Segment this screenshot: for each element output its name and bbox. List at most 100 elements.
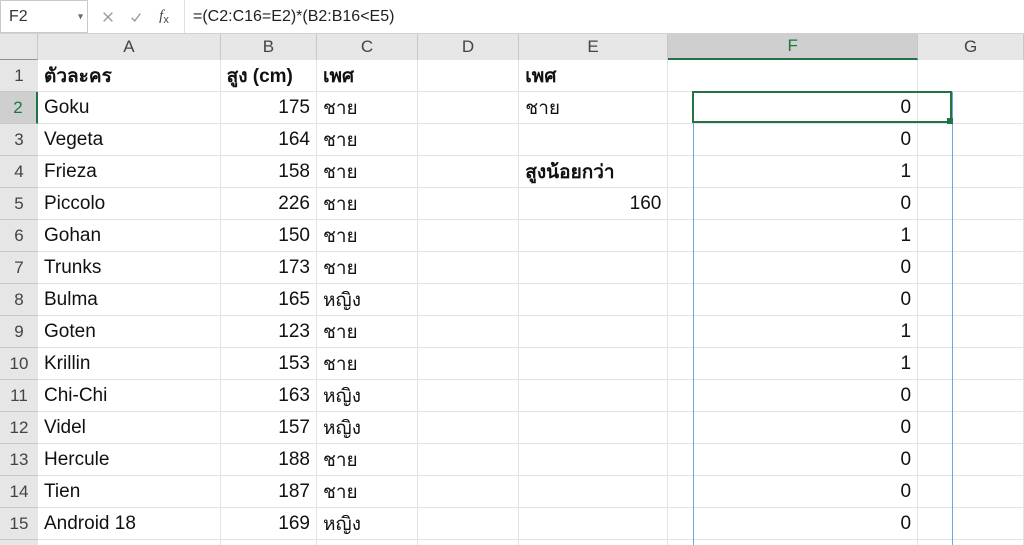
fx-icon[interactable]: fx — [150, 3, 178, 31]
column-header-G[interactable]: G — [918, 34, 1024, 60]
cell-E16[interactable] — [519, 540, 668, 545]
cell-B16[interactable]: 170 — [221, 540, 317, 545]
cell-G13[interactable] — [918, 444, 1024, 476]
cell-F8[interactable]: 0 — [668, 284, 918, 316]
cell-F15[interactable]: 0 — [668, 508, 918, 540]
column-header-F[interactable]: F — [668, 34, 918, 60]
cell-G15[interactable] — [918, 508, 1024, 540]
cell-C11[interactable]: หญิง — [317, 380, 418, 412]
cell-E14[interactable] — [519, 476, 668, 508]
cell-F6[interactable]: 1 — [668, 220, 918, 252]
cell-D7[interactable] — [418, 252, 519, 284]
chevron-down-icon[interactable]: ▾ — [78, 11, 83, 22]
row-header-1[interactable]: 1 — [0, 60, 38, 92]
cell-E8[interactable] — [519, 284, 668, 316]
cells-area[interactable]: ตัวละครสูง (cm)เพศเพศGoku175ชายชาย0Veget… — [38, 60, 1024, 545]
cancel-icon[interactable] — [94, 3, 122, 31]
cell-B12[interactable]: 157 — [221, 412, 317, 444]
row-header-5[interactable]: 5 — [0, 188, 38, 220]
row-header-4[interactable]: 4 — [0, 156, 38, 188]
cell-C2[interactable]: ชาย — [317, 92, 418, 124]
select-all-corner[interactable] — [0, 34, 38, 60]
cell-B8[interactable]: 165 — [221, 284, 317, 316]
cell-D15[interactable] — [418, 508, 519, 540]
cell-C12[interactable]: หญิง — [317, 412, 418, 444]
cell-G8[interactable] — [918, 284, 1024, 316]
cell-C16[interactable]: ชาย — [317, 540, 418, 545]
cell-C13[interactable]: ชาย — [317, 444, 418, 476]
cell-C7[interactable]: ชาย — [317, 252, 418, 284]
row-header-11[interactable]: 11 — [0, 380, 38, 412]
column-header-D[interactable]: D — [418, 34, 519, 60]
cell-G4[interactable] — [918, 156, 1024, 188]
row-header-16[interactable]: 16 — [0, 540, 38, 545]
cell-A1[interactable]: ตัวละคร — [38, 60, 221, 92]
cell-E7[interactable] — [519, 252, 668, 284]
cell-D14[interactable] — [418, 476, 519, 508]
cell-A6[interactable]: Gohan — [38, 220, 221, 252]
cell-D9[interactable] — [418, 316, 519, 348]
cell-D5[interactable] — [418, 188, 519, 220]
cell-B1[interactable]: สูง (cm) — [221, 60, 317, 92]
cell-F14[interactable]: 0 — [668, 476, 918, 508]
cell-A5[interactable]: Piccolo — [38, 188, 221, 220]
cell-A2[interactable]: Goku — [38, 92, 221, 124]
cell-E10[interactable] — [519, 348, 668, 380]
cell-D13[interactable] — [418, 444, 519, 476]
cell-G6[interactable] — [918, 220, 1024, 252]
cell-D10[interactable] — [418, 348, 519, 380]
cell-B5[interactable]: 226 — [221, 188, 317, 220]
cell-E4[interactable]: สูงน้อยกว่า — [519, 156, 668, 188]
cell-D6[interactable] — [418, 220, 519, 252]
cell-A3[interactable]: Vegeta — [38, 124, 221, 156]
cell-G5[interactable] — [918, 188, 1024, 220]
cell-B4[interactable]: 158 — [221, 156, 317, 188]
cell-C14[interactable]: ชาย — [317, 476, 418, 508]
cell-G10[interactable] — [918, 348, 1024, 380]
cell-A16[interactable]: Android 17 — [38, 540, 221, 545]
cell-G9[interactable] — [918, 316, 1024, 348]
cell-F13[interactable]: 0 — [668, 444, 918, 476]
cell-E9[interactable] — [519, 316, 668, 348]
cell-A11[interactable]: Chi-Chi — [38, 380, 221, 412]
row-header-13[interactable]: 13 — [0, 444, 38, 476]
cell-C9[interactable]: ชาย — [317, 316, 418, 348]
cell-G3[interactable] — [918, 124, 1024, 156]
cell-F2[interactable]: 0 — [668, 92, 918, 124]
cell-C15[interactable]: หญิง — [317, 508, 418, 540]
cell-A13[interactable]: Hercule — [38, 444, 221, 476]
cell-D3[interactable] — [418, 124, 519, 156]
cell-G2[interactable] — [918, 92, 1024, 124]
cell-G14[interactable] — [918, 476, 1024, 508]
cell-G7[interactable] — [918, 252, 1024, 284]
cell-C4[interactable]: ชาย — [317, 156, 418, 188]
cell-D11[interactable] — [418, 380, 519, 412]
cell-D1[interactable] — [418, 60, 519, 92]
cell-D4[interactable] — [418, 156, 519, 188]
cell-E15[interactable] — [519, 508, 668, 540]
row-header-2[interactable]: 2 — [0, 92, 38, 124]
cell-C6[interactable]: ชาย — [317, 220, 418, 252]
row-header-3[interactable]: 3 — [0, 124, 38, 156]
cell-A15[interactable]: Android 18 — [38, 508, 221, 540]
cell-F4[interactable]: 1 — [668, 156, 918, 188]
cell-E2[interactable]: ชาย — [519, 92, 668, 124]
row-header-8[interactable]: 8 — [0, 284, 38, 316]
cell-F3[interactable]: 0 — [668, 124, 918, 156]
cell-E13[interactable] — [519, 444, 668, 476]
column-header-E[interactable]: E — [519, 34, 668, 60]
cell-B2[interactable]: 175 — [221, 92, 317, 124]
cell-E6[interactable] — [519, 220, 668, 252]
cell-F12[interactable]: 0 — [668, 412, 918, 444]
cell-A8[interactable]: Bulma — [38, 284, 221, 316]
cell-F11[interactable]: 0 — [668, 380, 918, 412]
cell-F1[interactable] — [668, 60, 918, 92]
cell-D12[interactable] — [418, 412, 519, 444]
column-header-B[interactable]: B — [221, 34, 317, 60]
row-header-6[interactable]: 6 — [0, 220, 38, 252]
cell-D8[interactable] — [418, 284, 519, 316]
cell-A12[interactable]: Videl — [38, 412, 221, 444]
row-header-9[interactable]: 9 — [0, 316, 38, 348]
cell-F7[interactable]: 0 — [668, 252, 918, 284]
cell-F10[interactable]: 1 — [668, 348, 918, 380]
